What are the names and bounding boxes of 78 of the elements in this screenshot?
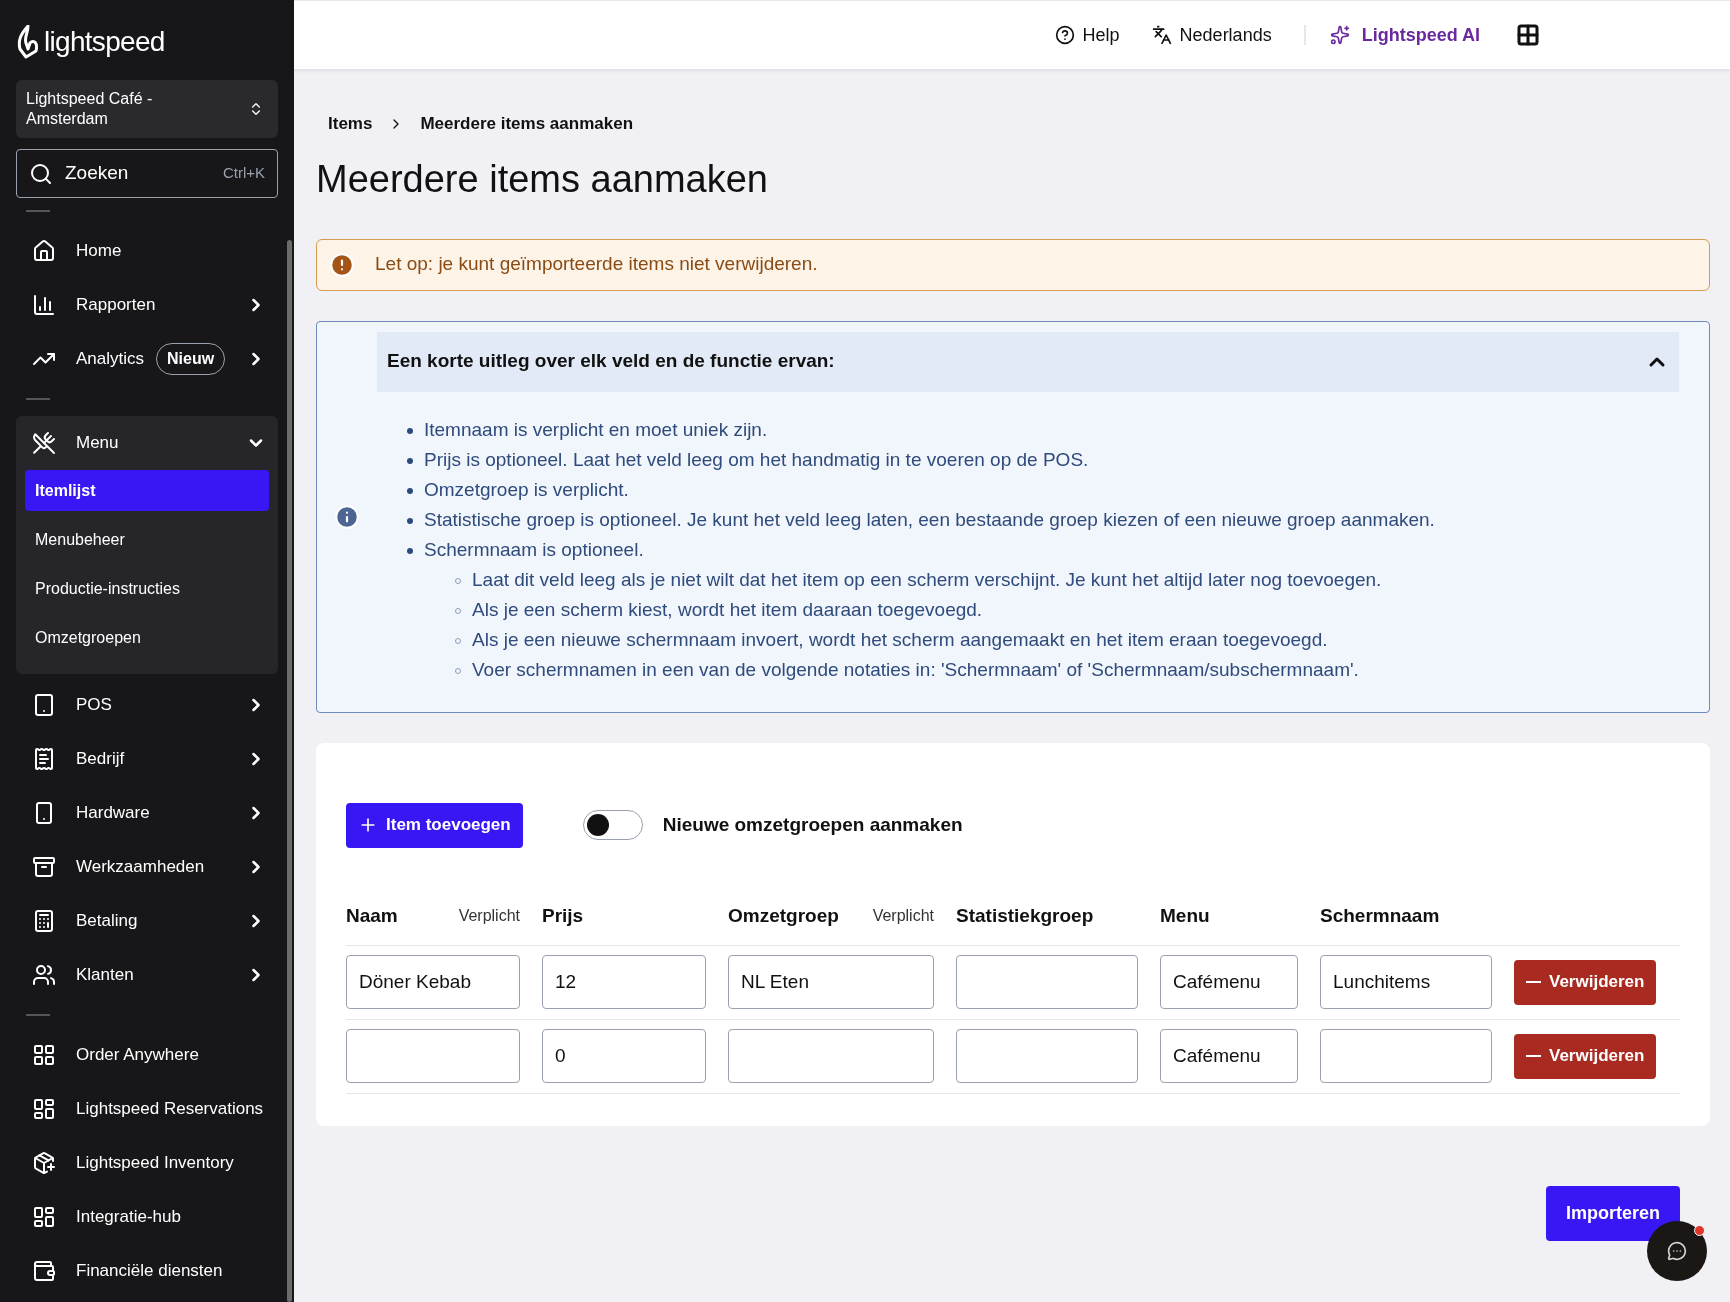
nav-item[interactable]: Werkzaamheden — [16, 840, 278, 894]
help-link[interactable]: Help — [1054, 21, 1120, 49]
shortcut-hint: Ctrl+K — [222, 163, 265, 184]
nav-item[interactable]: Klanten — [16, 948, 278, 1002]
info-text: Als je een scherm kiest, wordt het item daaraan toegevoegd. — [472, 598, 983, 623]
remove-button[interactable]: Verwijderen — [1514, 959, 1657, 1005]
nav-label: Bedrijf — [76, 748, 125, 771]
nav-item[interactable]: Hardware — [16, 786, 278, 840]
info-text: Schermnaam is optioneel. — [424, 538, 644, 563]
nav-item[interactable]: Bedrijf — [16, 732, 278, 786]
column-header: Statistiekgroep — [956, 903, 1094, 928]
nav-label: Lightspeed Reservations — [76, 1098, 264, 1121]
info-text: Laat dit veld leeg als je niet wilt dat het item op een scherm verschijnt. Je kunt het altijd later nog toevoegen. — [472, 568, 1382, 593]
nav-label: Home — [76, 240, 122, 263]
nav-label: Werkzaamheden — [76, 856, 205, 879]
text-input[interactable]: 0 — [542, 1029, 706, 1083]
nav-item[interactable]: POS — [16, 678, 278, 732]
nav-item[interactable]: Betaling — [16, 894, 278, 948]
nav-label: Betaling — [76, 910, 138, 933]
nav-item[interactable]: Integratie-hub — [16, 1190, 278, 1244]
nav-item[interactable]: Analytics Nieuw — [16, 332, 278, 386]
nav-item[interactable]: Rapporten — [16, 278, 278, 332]
remove-button[interactable]: Verwijderen — [1514, 1033, 1657, 1079]
text-input[interactable]: NL Eten — [728, 955, 934, 1009]
column-header: Prijs — [542, 903, 584, 928]
nav-label: Hardware — [76, 802, 150, 825]
text-input[interactable]: 12 — [542, 955, 706, 1009]
info-text: Als je een nieuwe schermnaam invoert, wordt het scherm aangemaakt en het item eraan toegevoegd. — [472, 628, 1328, 653]
nav-label: Lightspeed Inventory — [76, 1152, 234, 1175]
breadcrumb-current: Meerdere items aanmaken — [420, 113, 634, 135]
info-text: Prijs is optioneel. Laat het veld leeg om het handmatig in te voeren op de POS. — [424, 448, 1089, 473]
info-text: Statistische groep is optioneel. Je kunt het veld leeg laten, een bestaande groep kiezen of een nieuwe groep aanmaken. — [424, 508, 1435, 533]
nav-item[interactable]: Order Anywhere — [16, 1028, 278, 1082]
store-name: Lightspeed Café - Amsterdam — [26, 89, 154, 129]
text-input[interactable]: Cafémenu — [1160, 1029, 1298, 1083]
nav-item[interactable]: Financiële diensten — [16, 1244, 278, 1298]
collapsible-title: Een korte uitleg over elk veld en de functie ervan: — [387, 349, 835, 374]
warning-text: Let op: je kunt geïmporteerde items niet verwijderen. — [375, 252, 818, 277]
search-placeholder: Zoeken — [65, 161, 129, 186]
submenu-item[interactable]: Omzetgroepen — [25, 617, 269, 658]
toggle-label: Nieuwe omzetgroepen aanmaken — [662, 812, 963, 837]
info-text: Itemnaam is verplicht en moet uniek zijn. — [424, 418, 768, 443]
brand-logo: lightspeed — [44, 25, 165, 59]
nav-label: POS — [76, 694, 112, 717]
search-field[interactable]: Zoeken Ctrl+K — [16, 149, 278, 198]
text-input[interactable]: Lunchitems — [1320, 955, 1492, 1009]
submenu-item[interactable]: Productie-instructies — [25, 568, 269, 609]
submenu-item[interactable]: Menubeheer — [25, 519, 269, 560]
nav-label: Order Anywhere — [76, 1044, 199, 1067]
column-header: Omzetgroep — [728, 903, 839, 928]
import-button[interactable]: Importeren — [1545, 1185, 1680, 1241]
language-selector[interactable]: Nederlands — [1151, 21, 1272, 49]
nav-item[interactable]: Lightspeed Reservations — [16, 1082, 278, 1136]
ai-link[interactable]: Lightspeed AI — [1329, 21, 1480, 49]
collapsible-header[interactable]: Een korte uitleg over elk veld en de functie ervan: — [377, 331, 1679, 392]
text-input[interactable]: Cafémenu — [1160, 955, 1298, 1009]
nav-label: Klanten — [76, 964, 134, 987]
store-selector[interactable]: Lightspeed Café - Amsterdam — [16, 80, 278, 138]
nav-item[interactable]: Lightspeed Inventory — [16, 1136, 278, 1190]
text-input[interactable]: Döner Kebab — [346, 955, 520, 1009]
nav-item[interactable]: Home — [16, 224, 278, 278]
nav-label: Analytics — [76, 348, 145, 371]
nav-label: Menu — [76, 432, 119, 455]
required-label: Verplicht — [458, 906, 520, 926]
column-header: Menu — [1160, 903, 1210, 928]
required-label: Verplicht — [872, 906, 934, 926]
nav-label: Rapporten — [76, 294, 156, 317]
nav-label: Financiële diensten — [76, 1260, 223, 1283]
breadcrumb-link[interactable]: Items — [328, 111, 373, 137]
submenu-item[interactable]: Itemlijst — [25, 470, 269, 511]
info-text: Voer schermnamen in een van de volgende notaties in: 'Schermnaam' of 'Schermnaam/subschermnaam'. — [472, 658, 1359, 683]
column-header: Schermnaam — [1320, 903, 1440, 928]
nav-label: Integratie-hub — [76, 1206, 181, 1229]
info-text: Omzetgroep is verplicht. — [424, 478, 629, 503]
page-title: Meerdere items aanmaken — [316, 156, 769, 202]
nav-item[interactable]: Menu — [16, 416, 278, 470]
column-header: Naam — [346, 903, 398, 928]
add-item-button[interactable]: Item toevoegen — [346, 802, 523, 848]
